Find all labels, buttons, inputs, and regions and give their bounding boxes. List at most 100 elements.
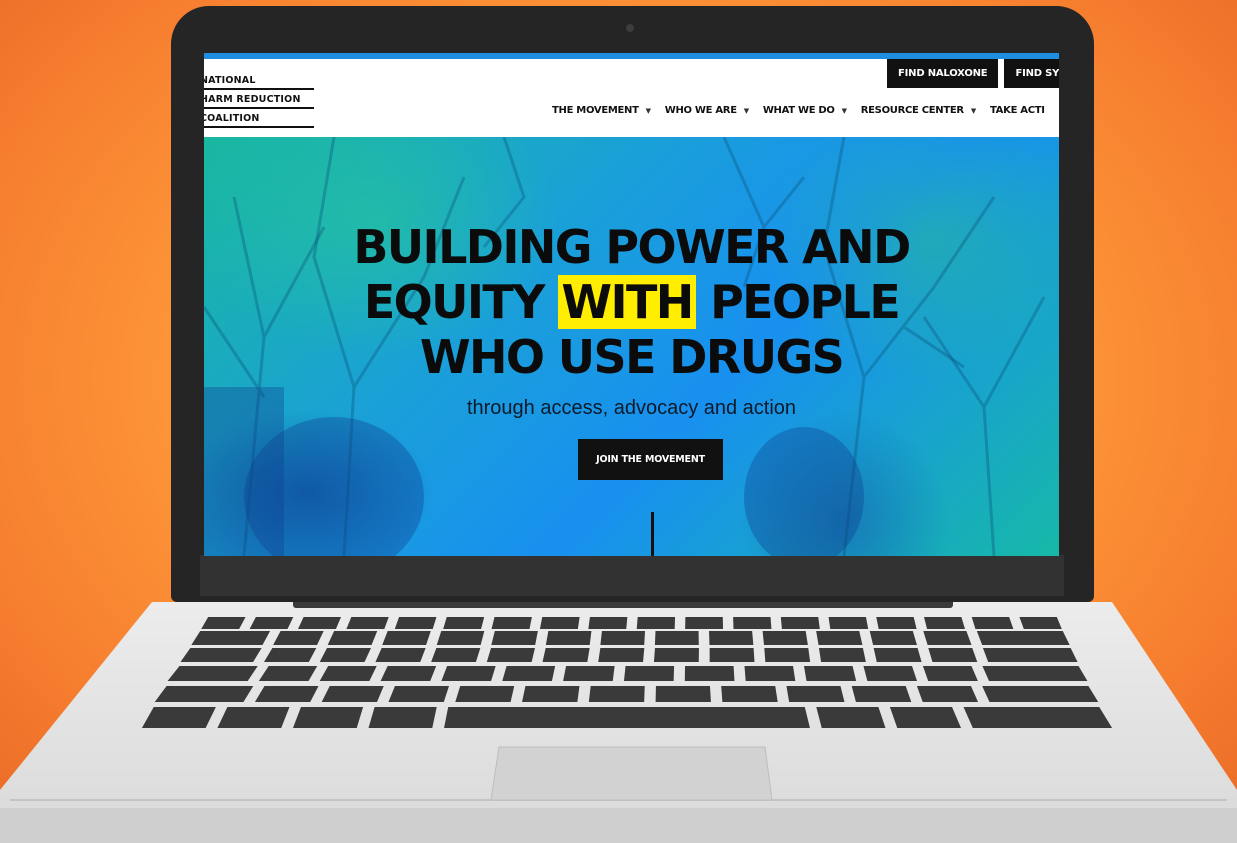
caret-down-icon: ▼ <box>743 106 749 115</box>
keyboard-key <box>684 666 735 681</box>
keyboard-key <box>982 666 1088 681</box>
keyboard-key <box>873 648 922 662</box>
keyboard-key <box>563 666 615 681</box>
keyboard-key <box>368 707 437 728</box>
nav-item-the-movement[interactable]: THE MOVEMENT ▼ <box>552 105 651 116</box>
keyboard-key <box>431 648 481 662</box>
headline-line-2-pre: EQUITY <box>363 275 559 329</box>
keyboard-key <box>491 631 538 645</box>
site-logo[interactable]: NATIONAL HARM REDUCTION COALITION <box>204 75 314 128</box>
keyboard-key <box>744 666 796 681</box>
headline-line-2-post: PEOPLE <box>695 275 901 329</box>
keyboard-key <box>1019 617 1062 629</box>
headline-line-2: EQUITY WITH PEOPLE <box>204 275 1059 330</box>
keyboard-key <box>916 686 979 702</box>
keyboard-key <box>598 648 645 662</box>
keyboard-key <box>923 617 965 629</box>
keyboard-key <box>851 686 912 702</box>
keyboard-key <box>623 666 675 681</box>
keyboard-key <box>588 686 645 702</box>
nav-label: WHAT WE DO <box>762 105 835 116</box>
keyboard-key <box>600 631 646 645</box>
logo-line-3: COALITION <box>204 113 314 128</box>
nav-label: WHO WE ARE <box>664 105 737 116</box>
keyboard-key <box>828 617 869 629</box>
keyboard-key <box>869 631 917 645</box>
keyboard-key <box>522 686 580 702</box>
bezel-chin <box>200 555 1064 596</box>
keyboard-key <box>889 707 962 728</box>
keyboard-key <box>876 617 917 629</box>
hero-section: BUILDING POWER AND EQUITY WITH PEOPLE WH… <box>204 137 1059 556</box>
keyboard-key <box>928 648 978 662</box>
hero-subheadline: through access, advocacy and action <box>466 397 797 419</box>
nav-label: TAKE ACTI <box>989 105 1045 116</box>
caret-down-icon: ▼ <box>645 106 651 115</box>
keyboard-key <box>654 631 699 645</box>
keyboard-key <box>762 631 808 645</box>
keyboard-key <box>588 617 628 629</box>
keyboard-key <box>780 617 820 629</box>
nav-item-what-we-do[interactable]: WHAT WE DO ▼ <box>763 105 847 116</box>
nav-label: RESOURCE CENTER <box>860 105 964 116</box>
keyboard-key <box>545 631 592 645</box>
join-the-movement-button[interactable]: JOIN THE MOVEMENT <box>578 439 723 480</box>
keyboard-key <box>636 617 676 629</box>
keyboard-key <box>709 648 755 662</box>
keyboard-key <box>444 707 810 728</box>
keyboard-key <box>319 666 377 681</box>
keyboard-key <box>486 648 535 662</box>
keyboard-key <box>709 631 754 645</box>
keyboard-key <box>982 686 1099 702</box>
keyboard-key <box>923 631 972 645</box>
keyboard-key <box>455 686 515 702</box>
keyboard-key <box>321 686 384 702</box>
keyboard-key <box>154 686 254 702</box>
hero-headline: BUILDING POWER AND EQUITY WITH PEOPLE WH… <box>204 220 1059 385</box>
main-nav: THE MOVEMENT ▼ WHO WE ARE ▼ WHAT WE DO ▼… <box>552 105 1045 116</box>
browser-screen: NATIONAL HARM REDUCTION COALITION FIND N… <box>204 53 1059 556</box>
utility-nav: FIND NALOXONE FIND SY <box>887 59 1059 88</box>
keyboard-key <box>388 686 450 702</box>
headline-line-3: WHO USE DRUGS <box>419 330 845 384</box>
keyboard-key <box>733 617 772 629</box>
keyboard-key <box>380 666 437 681</box>
keyboard-key <box>803 666 857 681</box>
caret-down-icon: ▼ <box>841 106 847 115</box>
keyboard-key <box>542 648 590 662</box>
keyboard-key <box>764 648 811 662</box>
keyboard-key <box>264 648 317 662</box>
keyboard-key <box>491 617 532 629</box>
keyboard-key <box>217 707 290 728</box>
keyboard-key <box>685 617 724 629</box>
site-header: NATIONAL HARM REDUCTION COALITION FIND N… <box>204 59 1059 137</box>
find-syringe-button[interactable]: FIND SY <box>1004 59 1059 88</box>
headline-highlight: WITH <box>558 275 696 329</box>
keyboard-key <box>201 617 246 629</box>
keyboard-key <box>976 631 1070 645</box>
keyboard-key <box>816 631 863 645</box>
keyboard-key <box>191 631 271 645</box>
keyboard-key <box>382 631 431 645</box>
keyboard-key <box>982 648 1078 662</box>
keyboard-key <box>786 686 845 702</box>
keyboard-key <box>254 686 319 702</box>
nav-item-resource-center[interactable]: RESOURCE CENTER ▼ <box>860 105 977 116</box>
keyboard-key <box>141 707 216 728</box>
find-naloxone-button[interactable]: FIND NALOXONE <box>887 59 999 88</box>
keyboard-key <box>375 648 426 662</box>
keyboard-key <box>653 648 699 662</box>
nav-item-who-we-are[interactable]: WHO WE ARE ▼ <box>665 105 749 116</box>
headline-line-1: BUILDING POWER AND <box>353 220 911 274</box>
scroll-indicator[interactable] <box>651 512 654 556</box>
keyboard-key <box>327 631 378 645</box>
logo-line-2: HARM REDUCTION <box>204 94 314 109</box>
keyboard-key <box>346 617 389 629</box>
keyboard-key <box>721 686 778 702</box>
keyboard-key <box>971 617 1014 629</box>
keyboard-key <box>436 631 485 645</box>
nav-item-take-action[interactable]: TAKE ACTI <box>990 105 1045 116</box>
keyboard-key <box>963 707 1113 728</box>
keyboard-key <box>502 666 556 681</box>
nav-label: THE MOVEMENT <box>552 105 639 116</box>
